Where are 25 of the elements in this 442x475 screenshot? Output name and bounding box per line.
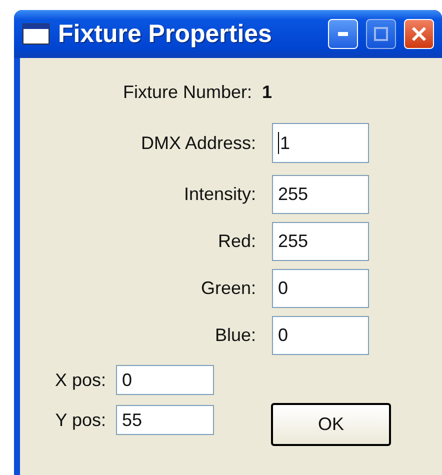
field-label: DMX Address: — [140, 132, 256, 154]
field-label: Y pos: — [54, 410, 106, 430]
field-label: X pos: — [54, 370, 106, 390]
field-label: Green: — [200, 278, 256, 299]
field-label: Blue: — [214, 325, 256, 346]
window-title: Fixture Properties — [58, 20, 273, 48]
close-button[interactable] — [404, 19, 434, 49]
maximize-icon — [374, 27, 388, 41]
input-field[interactable]: 255 — [272, 222, 369, 261]
field-label: Red: — [216, 231, 256, 252]
input-field[interactable]: 0 — [272, 269, 369, 308]
close-icon — [411, 26, 427, 42]
input-field[interactable]: 1 — [272, 123, 369, 163]
minimize-icon — [338, 32, 348, 36]
field-label: Intensity: — [182, 184, 256, 205]
ok-button[interactable]: OK — [271, 403, 391, 446]
minimize-button[interactable] — [328, 19, 358, 49]
field-label: Fixture Number: — [123, 82, 252, 103]
fixture-number-value: 1 — [262, 82, 272, 103]
input-field[interactable]: 55 — [116, 405, 214, 435]
input-field[interactable]: 255 — [272, 175, 369, 214]
maximize-button[interactable] — [366, 19, 396, 49]
window-icon — [22, 23, 50, 45]
input-field[interactable]: 0 — [272, 316, 369, 355]
input-field[interactable]: 0 — [116, 365, 214, 395]
